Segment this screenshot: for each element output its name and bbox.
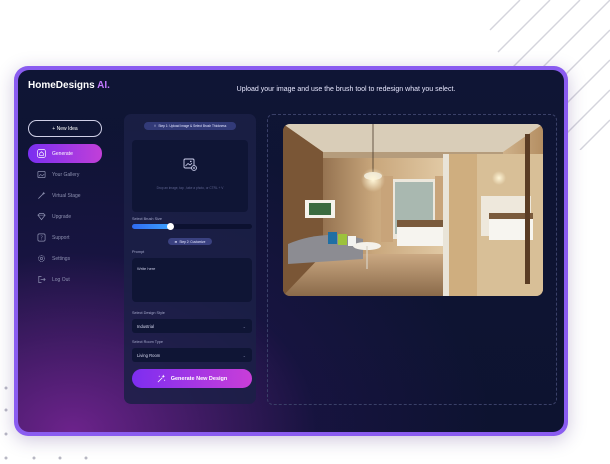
- new-idea-button[interactable]: + New Idea: [28, 120, 102, 137]
- brush-size-label: Select Brush Size: [132, 217, 162, 221]
- logo-text: HomeDesigns: [28, 80, 95, 91]
- brush-size-fill: [132, 224, 171, 229]
- room-photo-illustration: [283, 124, 543, 296]
- upload-small-icon: ⇪: [153, 124, 157, 128]
- logout-icon: [36, 275, 46, 285]
- prompt-label: Prompt: [132, 250, 145, 254]
- svg-text:?: ?: [40, 235, 43, 241]
- room-type-label: Select Room Type: [132, 340, 163, 344]
- sidebar-item-support[interactable]: ? Support: [28, 228, 104, 247]
- room-type-select[interactable]: Living Room ⌄: [132, 348, 252, 362]
- chevron-down-icon: ⌄: [242, 352, 246, 358]
- design-style-value: Industrial: [137, 323, 154, 329]
- step2-label: Step 2: Customize: [179, 239, 206, 244]
- sidebar-item-settings[interactable]: Settings: [28, 249, 104, 268]
- step1-badge: ⇪ Step 1: Upload Image & Select Brush Th…: [144, 122, 236, 130]
- brush-size-handle[interactable]: [166, 223, 174, 230]
- design-style-select[interactable]: Industrial ⌄: [132, 319, 252, 333]
- design-style-label: Select Design Style: [132, 311, 165, 315]
- step2-badge: ⊞ Step 2: Customize: [168, 238, 212, 245]
- sidebar-item-label: Your Gallery: [52, 171, 80, 178]
- gear-icon: [36, 254, 46, 264]
- generate-button-label: Generate New Design: [170, 375, 228, 382]
- home-icon: [36, 149, 46, 159]
- sidebar-item-label: Generate: [52, 150, 73, 157]
- sidebar-item-generate[interactable]: Generate: [28, 144, 102, 163]
- diamond-icon: [36, 212, 46, 222]
- sidebar-item-logout[interactable]: Log Out: [28, 270, 104, 289]
- step1-label: Step 1: Upload Image & Select Brush Thic…: [158, 124, 227, 128]
- prompt-textarea[interactable]: Write here: [132, 258, 252, 302]
- image-upload-dropzone[interactable]: Drop an image, tap , take a photo, or CT…: [132, 140, 248, 212]
- sidebar-item-label: Log Out: [52, 276, 70, 283]
- sidebar-item-label: Upgrade: [52, 213, 72, 220]
- sidebar-item-label: Support: [52, 234, 70, 241]
- prompt-placeholder: Write here: [137, 266, 156, 271]
- gallery-icon: [36, 170, 46, 180]
- logo-accent: AI.: [97, 80, 110, 91]
- app-logo: HomeDesigns AI.: [28, 80, 110, 91]
- sparkle-wand-icon: [157, 374, 166, 383]
- add-image-icon: [183, 158, 197, 176]
- help-icon: ?: [36, 233, 46, 243]
- design-controls-panel: ⇪ Step 1: Upload Image & Select Brush Th…: [124, 114, 256, 404]
- sidebar-item-label: Settings: [52, 255, 71, 262]
- image-canvas[interactable]: [267, 114, 557, 405]
- sidebar-item-upgrade[interactable]: Upgrade: [28, 207, 104, 226]
- sidebar-item-virtual-stage[interactable]: Virtual Stage: [28, 186, 104, 205]
- sidebar: + New Idea Generate Your Gallery Virtual…: [28, 120, 104, 289]
- chevron-down-icon: ⌄: [242, 323, 246, 329]
- brush-size-slider[interactable]: [132, 224, 252, 229]
- app-window: HomeDesigns AI. Upload your image and us…: [18, 70, 564, 432]
- upload-hint: Drop an image, tap , take a photo, or CT…: [156, 186, 224, 190]
- sidebar-item-gallery[interactable]: Your Gallery: [28, 165, 104, 184]
- generate-new-design-button[interactable]: Generate New Design: [132, 369, 252, 388]
- room-type-value: Living Room: [137, 352, 161, 358]
- sidebar-item-label: Virtual Stage: [52, 192, 81, 199]
- customize-icon: ⊞: [174, 239, 178, 244]
- app-frame: HomeDesigns AI. Upload your image and us…: [14, 66, 568, 436]
- wand-icon: [36, 191, 46, 201]
- room-photo[interactable]: [283, 124, 543, 296]
- page-tagline: Upload your image and use the brush tool…: [236, 86, 456, 93]
